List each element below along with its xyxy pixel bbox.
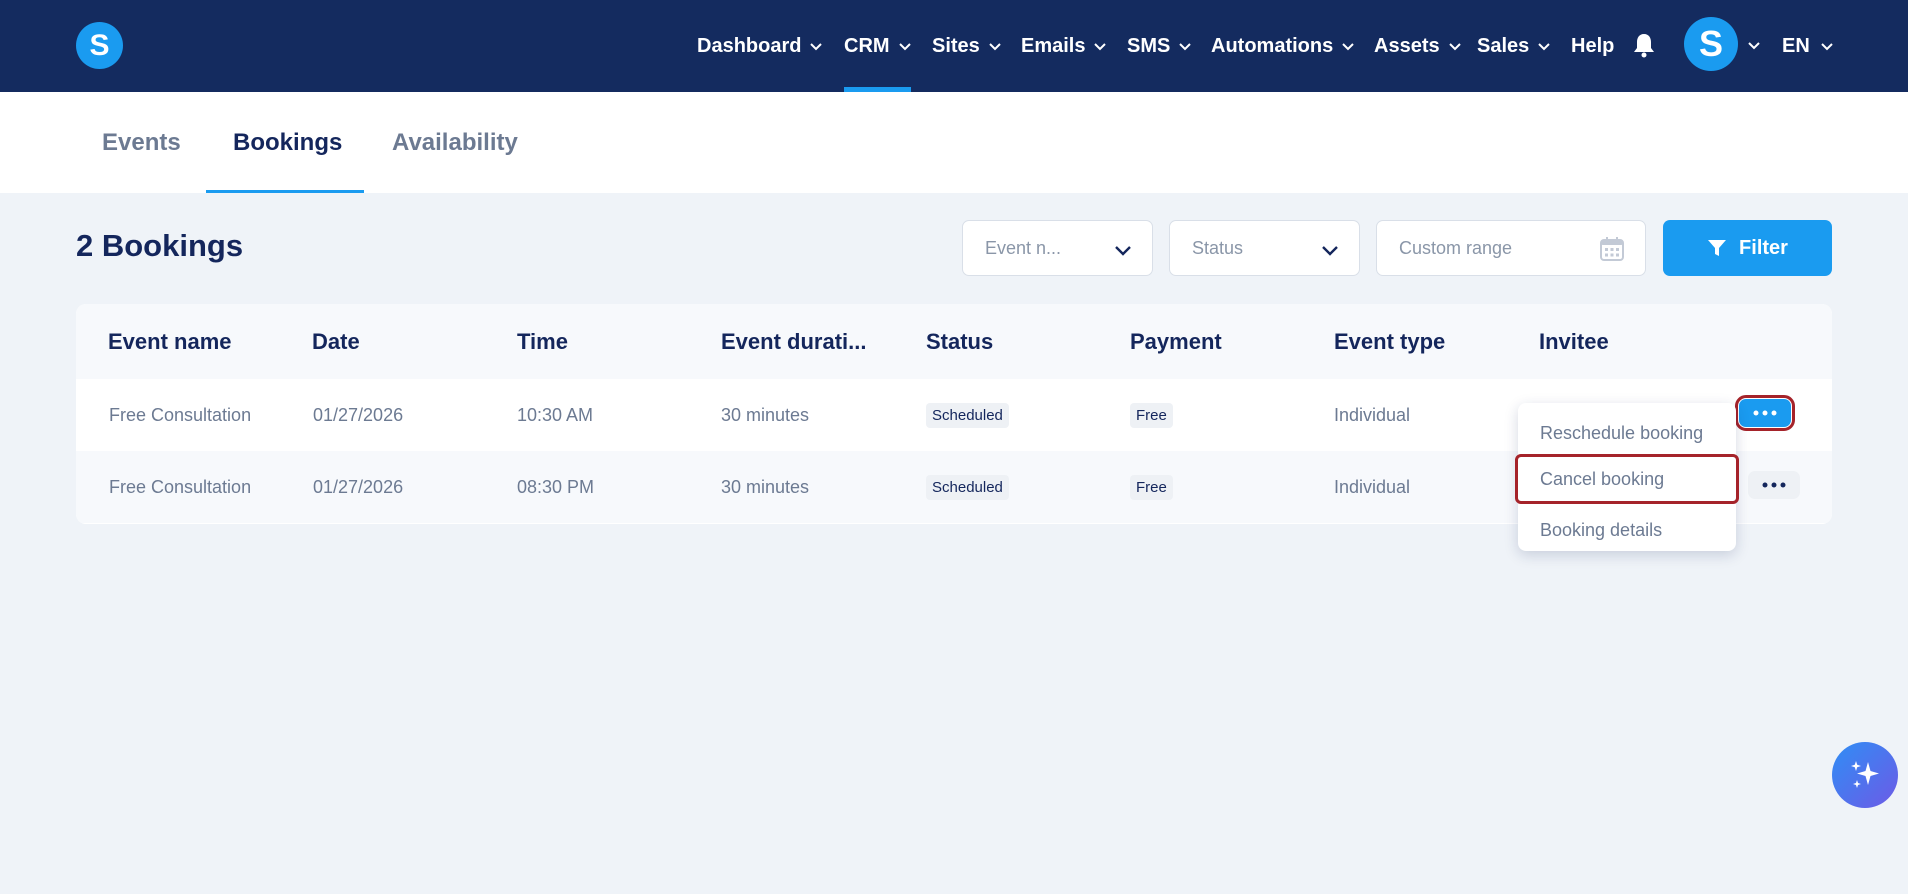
column-header-event-type[interactable]: Event type [1334, 304, 1445, 379]
tab-label: Events [102, 128, 181, 156]
nav-item-label: Assets [1374, 34, 1440, 57]
chevron-down-icon [1821, 43, 1833, 51]
cell-date: 01/27/2026 [313, 476, 404, 497]
tab-availability[interactable]: Availability [392, 92, 518, 193]
cell-event-name: Free Consultation [109, 476, 252, 497]
nav-item-label: SMS [1127, 34, 1171, 57]
cell-event-name: Free Consultation [109, 404, 252, 425]
event-name-placeholder: Event n... [985, 237, 1062, 258]
cell-payment: Free [1130, 379, 1173, 451]
custom-range-input[interactable]: Custom range [1376, 220, 1646, 276]
cell-time: 08:30 PM [517, 476, 595, 497]
tab-label: Availability [392, 128, 518, 156]
cell-duration: 30 minutes [721, 476, 810, 497]
event-name-select[interactable]: Event n... [962, 220, 1153, 276]
bookings-subtabs: Events Bookings Availability [0, 92, 1908, 193]
cell-date: 01/27/2026 [313, 404, 404, 425]
user-avatar[interactable]: S [1684, 17, 1738, 71]
column-header-status[interactable]: Status [926, 304, 993, 379]
chevron-down-icon[interactable] [1747, 38, 1761, 52]
tab-label: Bookings [233, 128, 343, 156]
cell-event-type: Individual [1334, 476, 1411, 497]
column-header-invitee[interactable]: Invitee [1539, 304, 1609, 379]
menu-item-booking-details[interactable]: Booking details [1518, 507, 1736, 553]
status-select[interactable]: Status [1169, 220, 1360, 276]
payment-badge: Free [1130, 402, 1173, 428]
column-header-event-duration[interactable]: Event durati... [721, 304, 866, 379]
menu-item-reschedule-booking[interactable]: Reschedule booking [1518, 410, 1736, 456]
chevron-down-icon [898, 43, 911, 51]
nav-item-label: Automations [1211, 34, 1334, 57]
more-dots-icon [1762, 482, 1786, 488]
nav-item-label: Sales [1477, 34, 1530, 57]
nav-item-label: Dashboard [697, 34, 802, 57]
ai-assistant-button[interactable] [1832, 742, 1898, 808]
status-badge: Scheduled [926, 474, 1009, 500]
custom-range-placeholder: Custom range [1399, 237, 1513, 258]
column-header-date[interactable]: Date [312, 304, 360, 379]
chevron-down-icon [989, 43, 1001, 51]
top-navigation: S Dashboard CRM Sites Emails SMS Automat… [0, 0, 1908, 92]
nav-item-sites[interactable]: Sites [932, 0, 1002, 92]
chevron-down-icon [1342, 43, 1354, 51]
menu-item-label: Booking details [1540, 519, 1663, 540]
language-selector[interactable]: EN [1782, 0, 1834, 92]
nav-item-label: Sites [932, 34, 980, 57]
calendar-icon [1600, 237, 1624, 261]
tab-active-indicator [206, 190, 364, 193]
nav-item-automations[interactable]: Automations [1211, 0, 1355, 92]
nav-item-sales[interactable]: Sales [1477, 0, 1551, 92]
sparkle-icon [1851, 761, 1879, 788]
nav-item-emails[interactable]: Emails [1021, 0, 1107, 92]
bell-icon[interactable] [1632, 32, 1656, 58]
column-header-time[interactable]: Time [517, 304, 568, 379]
row-actions-button[interactable] [1748, 471, 1800, 499]
cell-payment: Free [1130, 451, 1173, 523]
nav-item-assets[interactable]: Assets [1374, 0, 1462, 92]
tab-bookings[interactable]: Bookings [233, 92, 342, 193]
page-title: 2 Bookings [76, 228, 244, 263]
status-badge: Scheduled [926, 402, 1009, 428]
chevron-down-icon [810, 43, 823, 51]
logo-letter: S [89, 28, 110, 62]
chevron-down-icon [1179, 43, 1192, 51]
table-header: Event name Date Time Event durati... Sta… [76, 304, 1832, 379]
menu-item-label: Cancel booking [1540, 468, 1665, 489]
column-header-payment[interactable]: Payment [1130, 304, 1222, 379]
cell-time: 10:30 AM [517, 404, 594, 425]
language-label: EN [1782, 34, 1810, 57]
chevron-down-icon [1322, 246, 1338, 256]
avatar-letter: S [1698, 23, 1723, 64]
nav-item-label: CRM [844, 34, 890, 57]
nav-item-dashboard[interactable]: Dashboard [697, 0, 823, 92]
more-dots-icon [1753, 410, 1777, 416]
cell-status: Scheduled [926, 379, 1009, 451]
nav-item-label: Help [1571, 34, 1615, 57]
nav-item-label: Emails [1021, 34, 1086, 57]
column-header-event-name[interactable]: Event name [108, 304, 232, 379]
status-placeholder: Status [1192, 237, 1244, 258]
brand-logo[interactable]: S [76, 22, 123, 69]
filter-icon [1708, 240, 1727, 256]
cell-status: Scheduled [926, 451, 1009, 523]
filter-button[interactable]: Filter [1663, 220, 1832, 276]
nav-item-sms[interactable]: SMS [1127, 0, 1192, 92]
tab-events[interactable]: Events [102, 92, 181, 193]
menu-item-label: Reschedule booking [1540, 422, 1704, 443]
chevron-down-icon [1094, 43, 1107, 51]
payment-badge: Free [1130, 474, 1173, 500]
nav-item-help[interactable]: Help [1571, 0, 1614, 92]
row-actions-button[interactable] [1735, 395, 1795, 431]
nav-item-crm[interactable]: CRM [844, 0, 912, 92]
filter-button-label: Filter [1739, 236, 1788, 259]
menu-item-cancel-booking[interactable]: Cancel booking [1515, 454, 1739, 504]
chevron-down-icon [1115, 246, 1131, 256]
cell-event-type: Individual [1334, 404, 1411, 425]
row-actions-menu: Reschedule booking Cancel booking Bookin… [1515, 403, 1739, 553]
chevron-down-icon [1538, 43, 1550, 51]
chevron-down-icon [1448, 43, 1461, 51]
cell-duration: 30 minutes [721, 404, 810, 425]
